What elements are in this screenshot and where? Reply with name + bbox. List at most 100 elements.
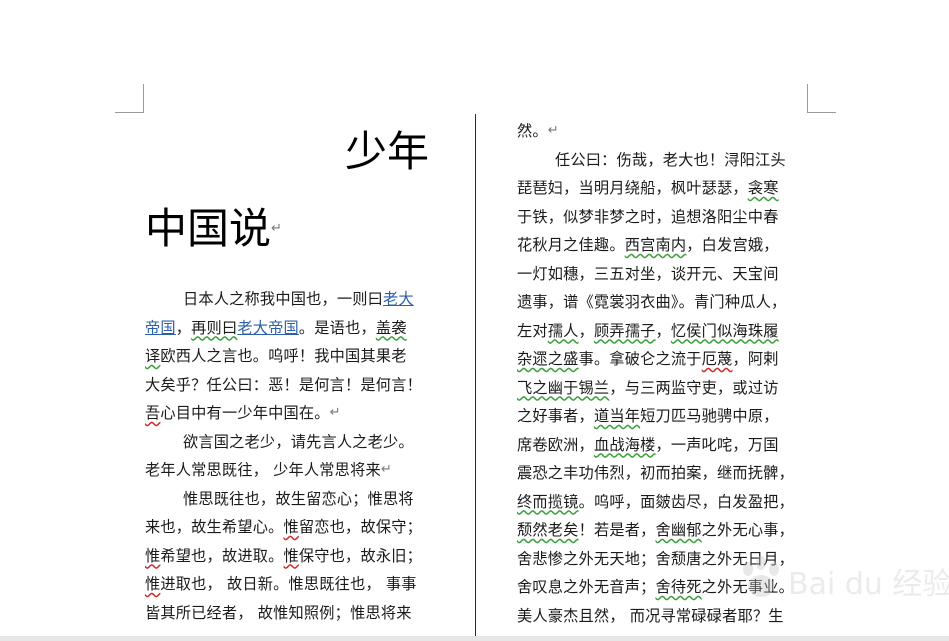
text-run: 舍悲惨之外无天地；舍颓唐之外无日月， — [517, 549, 794, 568]
text-line[interactable]: 舍叹息之外无音声；舍待死之外无事业。 — [517, 573, 809, 602]
text-run: 心目中有一少年中国在。 — [160, 404, 330, 422]
text-run: 美人豪杰且然， 而况寻常碌碌者耶？生 — [517, 606, 784, 625]
text-line[interactable]: 震恐之丰功伟烈，初而拍案，继而抚髀， — [517, 459, 809, 488]
text-line[interactable]: 终而揽镜。呜呼，面皴齿尽，白发盈把， — [517, 488, 809, 517]
spellcheck-flagged-text[interactable]: 孺人 — [548, 322, 579, 340]
hyperlink[interactable]: 帝国 — [145, 319, 176, 337]
text-run: 席卷欧洲， — [517, 435, 594, 454]
text-line[interactable]: 遗事，谱《霓裳羽衣曲》。青门种瓜人， — [517, 288, 809, 317]
text-run: 遗事，谱《霓裳羽衣曲》。青门种瓜人， — [517, 293, 787, 311]
text-run: 大矣乎？任公曰：恶！是何言！是何言！ — [145, 375, 422, 394]
watermark-text: Bai du 经验 — [788, 567, 949, 602]
status-bar-edge — [0, 636, 949, 641]
text-run: 日本人之称我中国也，一则曰 — [183, 290, 384, 308]
spellcheck-flagged-text[interactable]: 厄蔑 — [702, 350, 733, 368]
paragraph-mark: ↵ — [380, 462, 392, 477]
title-line-1: 少年 — [345, 127, 430, 176]
spellcheck-flagged-text[interactable]: 颓然老矣 — [517, 521, 579, 539]
text-line[interactable]: 席卷欧洲，血战海楼，一声叱咤，万国 — [517, 431, 809, 460]
text-line[interactable]: 惟希望也，故进取。惟保守也，故永旧； — [145, 542, 437, 571]
text-run: 舍叹息之外无音声； — [517, 578, 656, 596]
text-run: ，阿剌 — [732, 350, 779, 368]
text-line[interactable]: 任公曰：伤哉，老大也！浔阳江头 — [517, 146, 809, 175]
text-line[interactable]: 舍悲惨之外无天地；舍颓唐之外无日月， — [517, 545, 809, 574]
text-run: 事。拿破仑之流于 — [578, 350, 702, 368]
text-line[interactable]: 一灯如穗，三五对坐，谈开元、天宝间 — [517, 260, 809, 289]
text-run: ！若是者， — [578, 521, 656, 539]
crop-mark-top-left — [115, 112, 144, 113]
text-run: 惟思既往也，故生留恋心；惟思将 — [183, 489, 414, 508]
text-line[interactable]: 然。↵ — [517, 117, 809, 146]
text-run: ， — [175, 318, 192, 337]
text-line[interactable]: 译欧西人之言也。呜呼！我中国其果老 — [145, 342, 437, 371]
text-line[interactable]: 大矣乎？任公曰：恶！是何言！是何言！ — [145, 371, 437, 400]
text-line[interactable]: 颓然老矣！若是者，舍幽郁之外无心事， — [517, 516, 809, 545]
text-run: 花秋月之佳趣。 — [517, 236, 625, 254]
spellcheck-flagged-text[interactable]: 惟 — [284, 518, 299, 536]
text-line[interactable]: 惟进取也， 故日新。惟思既往也， 事事 — [145, 570, 437, 599]
text-run: 于铁，似梦非梦之时，追想洛阳尘中春 — [517, 207, 779, 226]
text-run: 短刀匹马驰骋中原， — [640, 407, 779, 425]
crop-mark-top-right — [807, 112, 836, 113]
spellcheck-flagged-text[interactable]: 吾 — [145, 404, 160, 422]
text-run: 然。 — [517, 122, 548, 140]
text-line[interactable]: 日本人之称我中国也，一则曰老大 — [145, 285, 437, 314]
spellcheck-flagged-text[interactable]: 衾寒 — [748, 179, 779, 197]
spellcheck-flagged-text[interactable]: 惟 — [145, 547, 160, 565]
spellcheck-flagged-text[interactable]: 飞之幽于锡兰 — [517, 379, 609, 397]
hyperlink[interactable]: 老大帝国 — [237, 319, 299, 337]
text-line[interactable]: 于铁，似梦非梦之时，追想洛阳尘中春 — [517, 203, 809, 232]
text-run: 欲言国之老少，请先言人之老少。 — [183, 432, 414, 451]
text-line[interactable]: 之好事者，道当年短刀匹马驰骋中原， — [517, 402, 809, 431]
text-line[interactable]: 来也，故生希望心。惟留恋也，故保守； — [145, 513, 437, 542]
text-run: 震恐之丰功伟烈，初而拍案，继而抚髀， — [517, 464, 794, 482]
left-column-text[interactable]: 日本人之称我中国也，一则曰老大 帝国，再则曰老大帝国。是语也，盖袭 译欧西人之言也。… — [145, 285, 437, 627]
spellcheck-flagged-text[interactable]: 终而揽镜 — [517, 493, 579, 511]
text-run: 。呜呼，面皴齿尽，白发盈把， — [578, 492, 794, 511]
crop-mark-top-right — [807, 84, 808, 112]
spellcheck-flagged-text[interactable]: 盖袭 — [376, 319, 407, 337]
spellcheck-flagged-text[interactable]: 舍待死 — [656, 578, 702, 596]
text-line[interactable]: 杂遝之盛事。拿破仑之流于厄蔑，阿剌 — [517, 345, 809, 374]
spellcheck-flagged-text[interactable]: 道当年 — [594, 407, 640, 425]
text-run: 之外无事业。 — [701, 578, 794, 596]
document-page: 少年 中国说↵ 日本人之称我中国也，一则曰老大 帝国，再则曰老大帝国。是语也，盖袭… — [0, 0, 949, 641]
spellcheck-flagged-text[interactable]: 顾弄孺子 — [594, 322, 656, 340]
text-run: 之好事者， — [517, 407, 594, 425]
text-line[interactable]: 左对孺人，顾弄孺子，忆侯门似海珠履 — [517, 317, 809, 346]
text-run: 留恋也，故保守； — [298, 518, 422, 536]
text-run: 进取也， 故日新。惟思既往也， 事事 — [160, 575, 417, 593]
text-run: 任公曰：伤哉，老大也！浔阳江头 — [555, 150, 786, 169]
text-run: ，白发宫娥， — [686, 236, 779, 254]
text-run: 琵琶妇，当明月绕船，枫叶瑟瑟， — [517, 179, 748, 197]
spellcheck-flagged-text[interactable]: 惟 — [284, 547, 299, 565]
text-run: ，一声叱咤，万国 — [655, 435, 779, 454]
text-line[interactable]: 美人豪杰且然， 而况寻常碌碌者耶？生 — [517, 602, 809, 631]
text-line[interactable]: 帝国，再则曰老大帝国。是语也，盖袭 — [145, 314, 437, 343]
text-run: 之外无心事， — [701, 521, 794, 539]
spellcheck-flagged-text[interactable]: 杂遝之盛 — [517, 350, 579, 368]
crop-mark-top-left — [143, 84, 144, 112]
text-line[interactable]: 老年人常思既往， 少年人常思将来↵ — [145, 456, 437, 485]
spellcheck-flagged-text[interactable]: 血战海楼 — [594, 436, 656, 454]
spellcheck-flagged-text[interactable]: 译 — [145, 347, 160, 365]
text-line[interactable]: 花秋月之佳趣。西宫南内，白发宫娥， — [517, 231, 809, 260]
spellcheck-flagged-text[interactable]: 惟 — [145, 575, 160, 593]
text-line[interactable]: 琵琶妇，当明月绕船，枫叶瑟瑟，衾寒 — [517, 174, 809, 203]
right-column-text[interactable]: 然。↵ 任公曰：伤哉，老大也！浔阳江头琵琶妇，当明月绕船，枫叶瑟瑟，衾寒于铁，似梦… — [517, 117, 809, 630]
spellcheck-flagged-text[interactable]: 舍幽郁 — [656, 521, 702, 539]
spellcheck-flagged-text[interactable]: 再则曰 — [191, 319, 237, 337]
text-line[interactable]: 吾心目中有一少年中国在。↵ — [145, 399, 437, 428]
text-line[interactable]: 欲言国之老少，请先言人之老少。 — [145, 428, 437, 457]
text-run: 保守也，故永旧； — [298, 546, 422, 565]
spellcheck-flagged-text[interactable]: 西宫南内 — [625, 236, 687, 254]
text-line[interactable]: 皆其所已经者， 故惟知照例；惟思将来 — [145, 599, 437, 628]
text-run: ， — [655, 321, 671, 340]
spellcheck-flagged-text[interactable]: 忆侯门似海珠履 — [671, 322, 779, 340]
text-line[interactable]: 惟思既往也，故生留恋心；惟思将 — [145, 485, 437, 514]
text-run: 欧西人之言也。呜呼！我中国其果老 — [160, 347, 407, 365]
text-run: 皆其所已经者， 故惟知照例；惟思将来 — [145, 603, 412, 622]
paragraph-mark: ↵ — [547, 123, 559, 138]
text-line[interactable]: 飞之幽于锡兰，与三两监守吏，或过访 — [517, 374, 809, 403]
hyperlink[interactable]: 老大 — [383, 290, 414, 308]
